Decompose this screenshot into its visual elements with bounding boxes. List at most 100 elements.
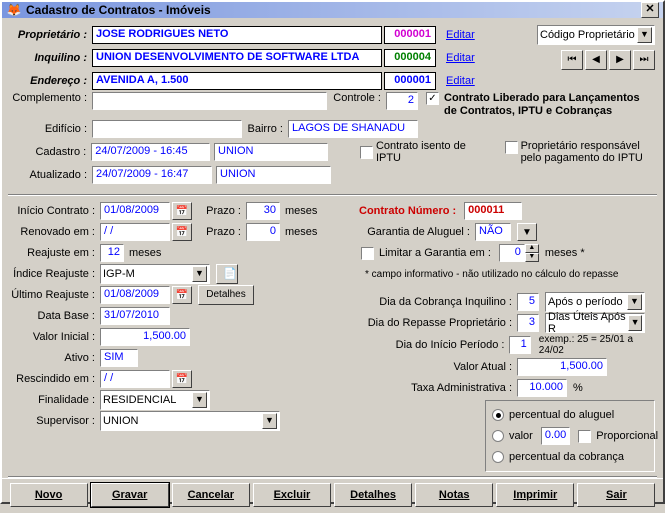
endereco-label: Endereço : — [10, 75, 90, 87]
isento-iptu-checkbox[interactable] — [360, 146, 373, 159]
cancelar-button[interactable]: Cancelar — [172, 483, 250, 507]
chevron-down-icon: ▼ — [192, 392, 207, 408]
proprietario-field[interactable]: JOSE RODRIGUES NETO — [92, 26, 382, 44]
bairro-label: Bairro : — [244, 123, 286, 135]
limitar-garantia-field[interactable]: 0 — [499, 244, 525, 262]
valor-atual-label: Valor Atual : — [355, 361, 515, 373]
inicio-contrato-field[interactable]: 01/08/2009 — [100, 202, 170, 220]
radio-percentual-cobranca[interactable] — [492, 451, 504, 463]
contrato-liberado-checkbox[interactable]: ✓ — [426, 92, 439, 105]
complemento-field[interactable] — [92, 92, 327, 110]
supervisor-combo[interactable]: UNION ▼ — [100, 411, 280, 431]
radio-percentual-aluguel[interactable] — [492, 409, 504, 421]
ultimo-reajuste-label: Último Reajuste : — [10, 289, 98, 301]
ultimo-reajuste-field[interactable]: 01/08/2009 — [100, 286, 170, 304]
renovado-field[interactable]: / / — [100, 223, 170, 241]
atualizado-user-field: UNION — [216, 166, 331, 184]
indice-reajuste-combo[interactable]: IGP-M ▼ — [100, 264, 210, 284]
ultimo-calendar-button[interactable]: 📅 — [172, 286, 192, 304]
dia-cobranca-combo[interactable]: Após o período ▼ — [545, 292, 645, 312]
inquilino-field[interactable]: UNION DESENVOLVIMENTO DE SOFTWARE LTDA — [92, 49, 382, 67]
inicio-calendar-button[interactable]: 📅 — [172, 202, 192, 220]
garantia-dropdown-button[interactable]: ▼ — [517, 223, 537, 241]
dia-cobranca-opt-text: Após o período — [548, 296, 623, 308]
valor-inicial-field[interactable]: 1,500.00 — [100, 328, 190, 346]
sair-button[interactable]: Sair — [577, 483, 655, 507]
button-bar: Novo Gravar Cancelar Excluir Detalhes No… — [2, 478, 663, 513]
finalidade-label: Finalidade : — [10, 394, 98, 406]
data-base-field[interactable]: 31/07/2010 — [100, 307, 170, 325]
dia-cobranca-field[interactable]: 5 — [517, 293, 539, 311]
endereco-code[interactable]: 000001 — [384, 72, 436, 90]
reajuste-em-label: Reajuste em : — [10, 247, 98, 259]
nav-prev-button[interactable]: ◀ — [585, 50, 607, 70]
nav-first-button[interactable]: ⏮ — [561, 50, 583, 70]
radio-valor-label: valor — [509, 430, 533, 442]
taxa-admin-field[interactable]: 10.000 — [517, 379, 567, 397]
dia-repasse-field[interactable]: 3 — [517, 314, 539, 332]
atualizado-label: Atualizado : — [10, 169, 90, 181]
cadastro-user-field: UNION — [214, 143, 328, 161]
dia-repasse-combo[interactable]: Dias Úteis Após R ▼ — [545, 313, 645, 333]
controle-field[interactable]: 2 — [386, 92, 418, 110]
finalidade-combo[interactable]: RESIDENCIAL ▼ — [100, 390, 210, 410]
detalhes-button[interactable]: Detalhes — [334, 483, 412, 507]
ativo-field[interactable]: SIM — [100, 349, 138, 367]
garantia-label: Garantia de Aluguel : — [355, 226, 473, 238]
garantia-field[interactable]: NÃO — [475, 223, 511, 241]
prazo2-label: Prazo : — [194, 226, 244, 238]
chevron-down-icon: ▼ — [628, 315, 642, 331]
bairro-field[interactable]: LAGOS DE SHANADU — [288, 120, 418, 138]
app-icon: 🦊 — [6, 2, 22, 18]
atualizado-date-field: 24/07/2009 - 16:47 — [92, 166, 212, 184]
codigo-proprietario-combo[interactable]: Código Proprietário ▼ — [537, 25, 655, 45]
radio-valor[interactable] — [492, 430, 504, 442]
renovado-calendar-button[interactable]: 📅 — [172, 223, 192, 241]
proporcional-label: Proporcional — [596, 430, 658, 442]
excluir-button[interactable]: Excluir — [253, 483, 331, 507]
close-button[interactable]: ✕ — [641, 2, 659, 18]
codigo-combo-text: Código Proprietário — [540, 29, 635, 41]
radio-valor-field[interactable]: 0.00 — [541, 427, 570, 445]
dia-inicio-label: Dia do Início Período : — [355, 339, 507, 351]
indice-doc-button[interactable]: 📄 — [216, 264, 238, 284]
imprimir-button[interactable]: Imprimir — [496, 483, 574, 507]
editar-inquilino-link[interactable]: Editar — [446, 52, 475, 64]
prazo-field[interactable]: 30 — [246, 202, 280, 220]
gravar-button[interactable]: Gravar — [91, 483, 169, 507]
limitar-spinner[interactable]: ▲▼ — [525, 244, 539, 262]
reajuste-em-field[interactable]: 12 — [100, 244, 124, 262]
prop-responsavel-checkbox[interactable] — [505, 141, 518, 154]
dia-inicio-field[interactable]: 1 — [509, 336, 530, 354]
nav-last-button[interactable]: ⏭ — [633, 50, 655, 70]
inicio-contrato-label: Início Contrato : — [10, 205, 98, 217]
indice-reajuste-text: IGP-M — [103, 268, 135, 280]
endereco-field[interactable]: AVENIDA A, 1.500 — [92, 72, 382, 90]
editar-endereco-link[interactable]: Editar — [446, 75, 475, 87]
limitar-garantia-checkbox[interactable] — [361, 247, 374, 260]
edificio-field[interactable] — [92, 120, 242, 138]
editar-proprietario-link[interactable]: Editar — [446, 29, 475, 41]
meses2-text: meses — [285, 226, 317, 238]
limitar-garantia-label: Limitar a Garantia em : — [379, 247, 491, 259]
nav-next-button[interactable]: ▶ — [609, 50, 631, 70]
rescindido-field[interactable]: / / — [100, 370, 170, 388]
proprietario-label: Proprietário : — [10, 29, 90, 41]
prazo2-field[interactable]: 0 — [246, 223, 280, 241]
detalhes-reajuste-button[interactable]: Detalhes — [198, 285, 254, 305]
titlebar[interactable]: 🦊 Cadastro de Contratos - Imóveis ✕ — [2, 2, 663, 18]
proprietario-code[interactable]: 000001 — [384, 26, 436, 44]
inquilino-code[interactable]: 000004 — [384, 49, 436, 67]
notas-button[interactable]: Notas — [415, 483, 493, 507]
controle-label: Controle : — [329, 92, 384, 104]
contrato-numero-field[interactable]: 000011 — [464, 202, 522, 220]
rescindido-calendar-button[interactable]: 📅 — [172, 370, 192, 388]
proporcional-checkbox[interactable] — [578, 430, 591, 443]
supervisor-label: Supervisor : — [10, 415, 98, 427]
novo-button[interactable]: Novo — [10, 483, 88, 507]
prazo-label: Prazo : — [194, 205, 244, 217]
prop-responsavel-label: Proprietário responsável pelo pagamento … — [521, 140, 655, 164]
dia-inicio-hint: exemp.: 25 = 25/01 a 24/02 — [539, 334, 655, 356]
valor-atual-field[interactable]: 1,500.00 — [517, 358, 607, 376]
edificio-label: Edifício : — [10, 123, 90, 135]
